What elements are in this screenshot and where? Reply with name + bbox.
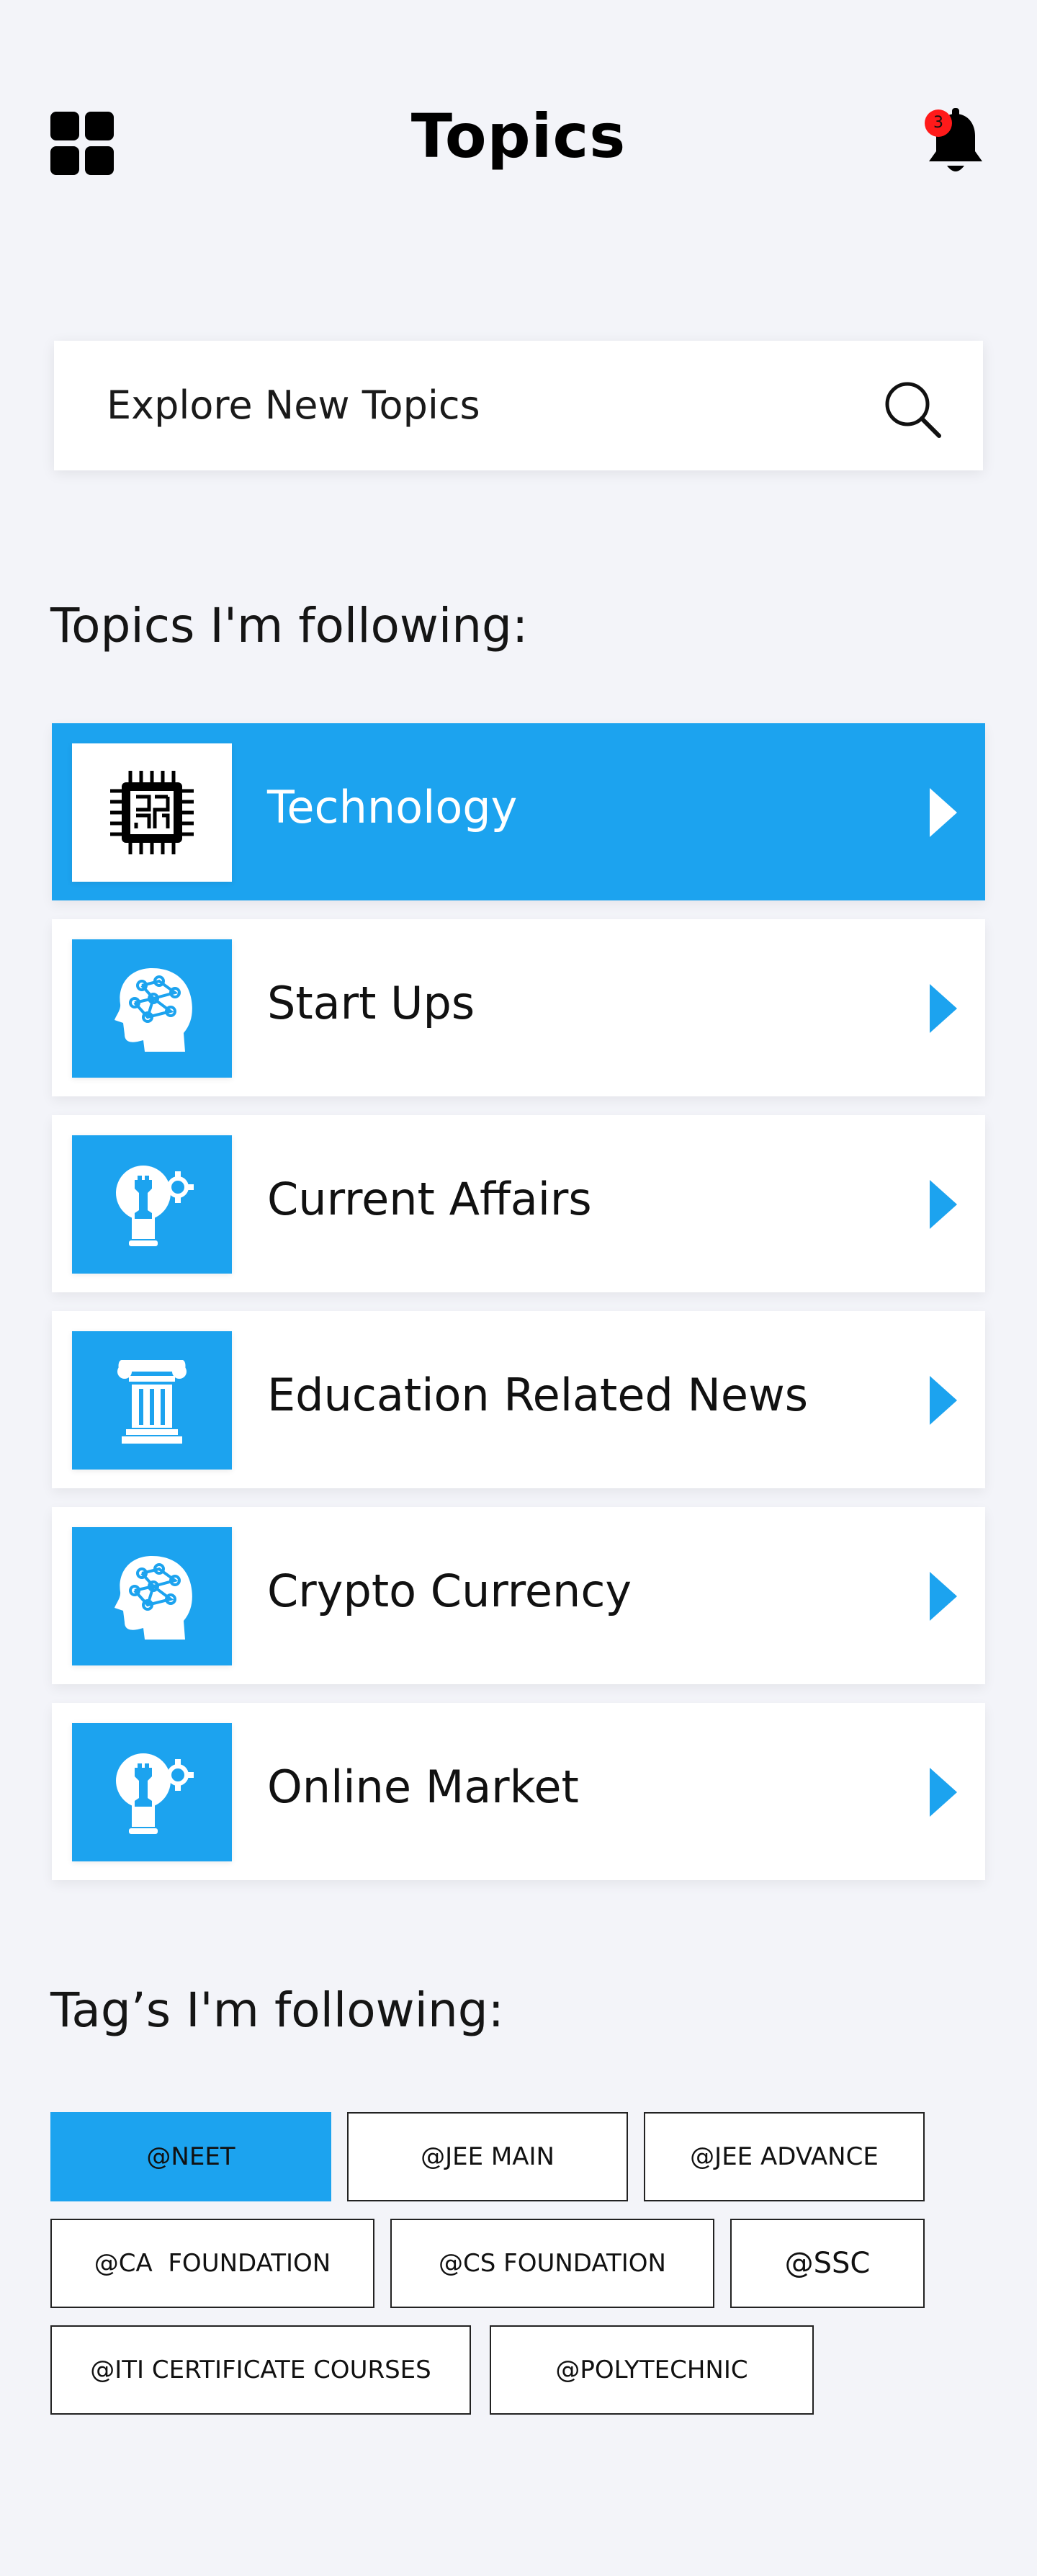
chip-icon: [110, 771, 194, 854]
topic-label: Crypto Currency: [267, 1565, 632, 1617]
topic-icon-box: [72, 939, 232, 1078]
topic-card-online-market[interactable]: Online Market: [52, 1703, 985, 1880]
tag-neet[interactable]: @NEET: [50, 2112, 331, 2201]
topic-label: Education Related News: [267, 1369, 809, 1421]
topics-following-title: Topics I'm following:: [50, 598, 529, 653]
topic-icon-box: [72, 1723, 232, 1861]
tag-jee-advance[interactable]: @JEE ADVANCE: [644, 2112, 925, 2201]
tag-ssc[interactable]: @SSC: [730, 2219, 925, 2308]
tag-iti-certificate-courses[interactable]: @ITI CERTIFICATE COURSES: [50, 2325, 471, 2415]
topic-icon-box: [72, 1135, 232, 1274]
notifications-button[interactable]: 3: [923, 107, 988, 179]
idea-strategy-icon: [116, 1166, 194, 1246]
brain-head-icon: [115, 1556, 192, 1640]
topic-icon-box: [72, 1331, 232, 1470]
topic-label: Start Ups: [267, 977, 475, 1029]
search-placeholder: Explore New Topics: [107, 383, 480, 428]
tag-jee-main[interactable]: @JEE MAIN: [347, 2112, 628, 2201]
chevron-right-icon: [930, 1180, 957, 1229]
notification-badge: 3: [925, 109, 952, 137]
chevron-right-icon: [930, 1572, 957, 1621]
topic-card-current-affairs[interactable]: Current Affairs: [52, 1115, 985, 1292]
chevron-right-icon: [930, 1376, 957, 1425]
topic-card-crypto-currency[interactable]: Crypto Currency: [52, 1507, 985, 1684]
topic-label: Online Market: [267, 1761, 579, 1813]
topic-label: Current Affairs: [267, 1173, 592, 1225]
tag-cs-foundation[interactable]: @CS FOUNDATION: [390, 2219, 714, 2308]
topic-icon-box: [72, 743, 232, 882]
topic-icon-box: [72, 1527, 232, 1665]
topic-card-technology[interactable]: Technology: [52, 723, 985, 900]
chevron-right-icon: [930, 788, 957, 837]
pillar-icon: [117, 1360, 187, 1444]
topic-card-start-ups[interactable]: Start Ups: [52, 919, 985, 1096]
brain-head-icon: [115, 968, 192, 1052]
tag-ca-foundation[interactable]: @CA FOUNDATION: [50, 2219, 374, 2308]
idea-strategy-icon: [116, 1753, 194, 1834]
chevron-right-icon: [930, 984, 957, 1033]
tag-polytechnic[interactable]: @POLYTECHNIC: [490, 2325, 814, 2415]
search-icon[interactable]: [880, 377, 945, 442]
chevron-right-icon: [930, 1768, 957, 1817]
topic-card-education-related-news[interactable]: Education Related News: [52, 1311, 985, 1488]
search-input[interactable]: Explore New Topics: [54, 341, 983, 470]
page-title: Topics: [410, 101, 627, 171]
tags-following-title: Tag’s I'm following:: [50, 1982, 504, 2038]
topic-label: Technology: [267, 781, 518, 833]
